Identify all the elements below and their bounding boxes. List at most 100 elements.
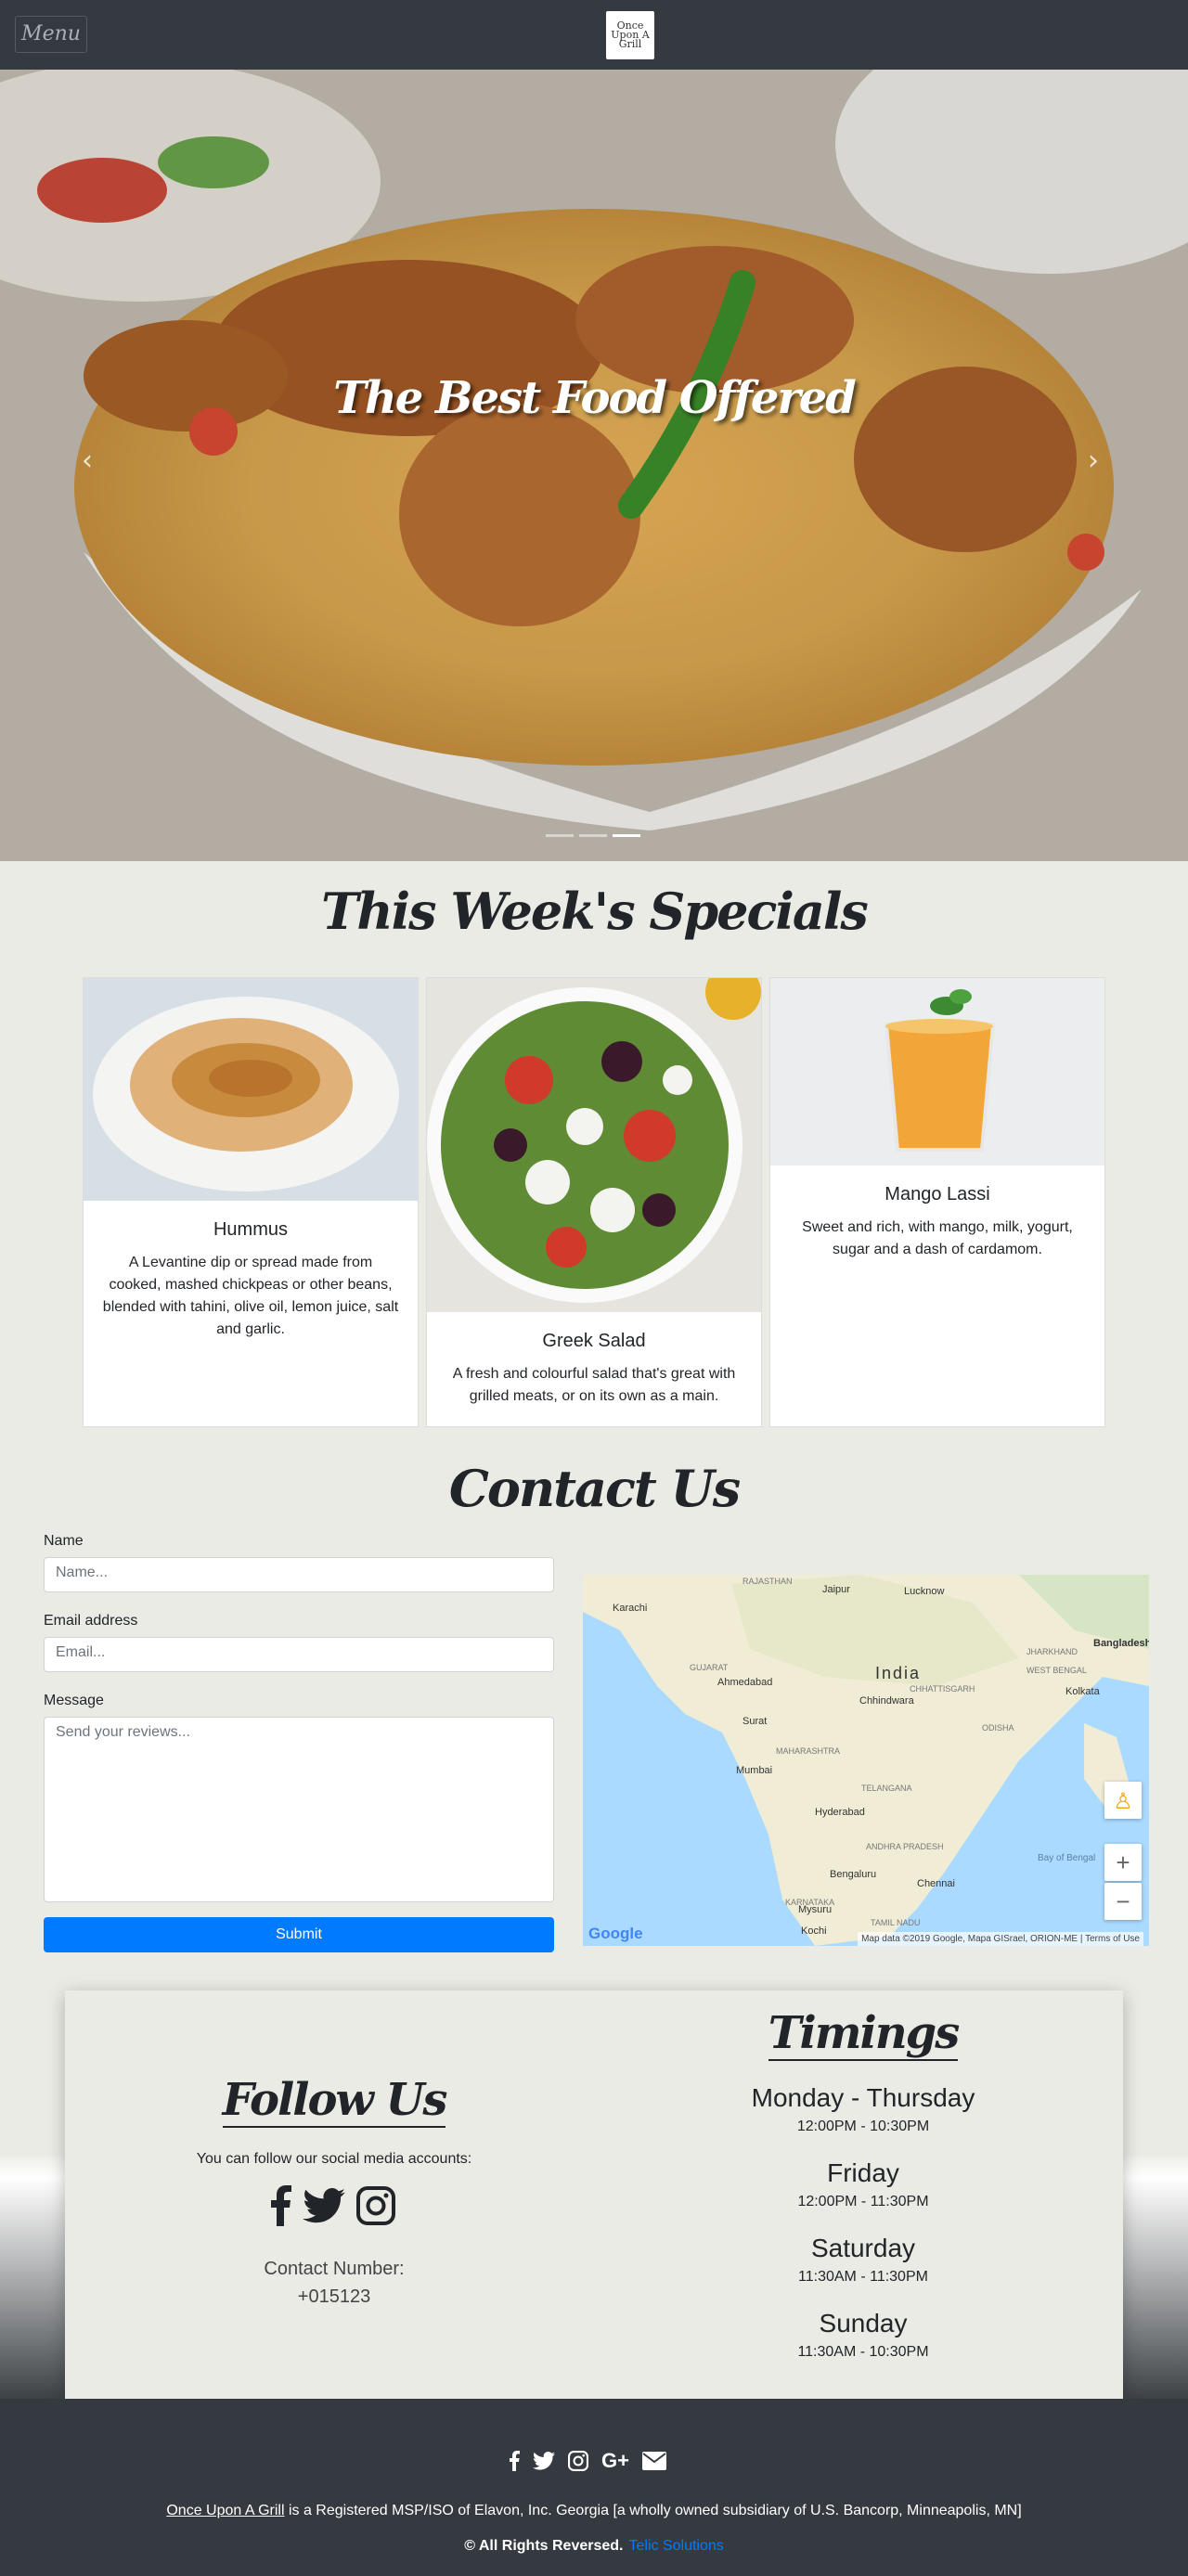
submit-button[interactable]: Submit	[44, 1917, 554, 1952]
map-label: RAJASTHAN	[742, 1577, 793, 1586]
map-label: WEST BENGAL	[1027, 1666, 1087, 1675]
map-label: Hyderabad	[815, 1807, 865, 1818]
map-label: Surat	[742, 1716, 768, 1727]
timing-row: Monday - Thursday 12:00PM - 10:30PM	[631, 2083, 1095, 2135]
terms-link[interactable]: Terms of Use	[1085, 1934, 1140, 1944]
map-label: ANDHRA PRADESH	[866, 1842, 944, 1851]
timing-hours: 12:00PM - 11:30PM	[797, 2194, 929, 2209]
email-input[interactable]: Email...	[44, 1637, 554, 1672]
street-view-pegman-icon[interactable]: ♙	[1104, 1782, 1142, 1819]
logo-text: Once Upon A Grill	[611, 19, 650, 50]
hero-image	[0, 70, 1188, 861]
carousel-indicator-1[interactable]	[546, 834, 574, 837]
special-card-hummus: Hummus A Levantine dip or spread made fr…	[83, 977, 419, 1427]
menu-button[interactable]: Menu	[15, 16, 87, 53]
contact-number: Contact Number: +015123	[65, 2255, 603, 2311]
map-label: Karachi	[613, 1603, 648, 1614]
timing-day: Saturday	[810, 2234, 916, 2262]
map-label: Chennai	[917, 1878, 955, 1889]
special-card-mango-lassi: Mango Lassi Sweet and rich, with mango, …	[769, 977, 1105, 1427]
hero-carousel: The Best Food Offered ‹ ›	[0, 70, 1188, 861]
zoom-in-button[interactable]: +	[1104, 1844, 1142, 1881]
map-label: Chhindwara	[859, 1695, 914, 1707]
twitter-icon[interactable]	[533, 2452, 555, 2470]
zoom-out-button[interactable]: −	[1104, 1883, 1142, 1920]
hero-title: The Best Food Offered	[333, 372, 857, 424]
map-label: JHARKHAND	[1027, 1647, 1078, 1656]
social-links	[269, 2185, 395, 2226]
instagram-icon[interactable]	[568, 2451, 588, 2471]
special-description: A fresh and colourful salad that's great…	[452, 1366, 736, 1404]
special-description: A Levantine dip or spread made from cook…	[102, 1255, 399, 1337]
contact-title: Contact Us	[448, 1459, 741, 1518]
footer-registration: Once Upon A Grill is a Registered MSP/IS…	[0, 2503, 1188, 2519]
special-name: Greek Salad	[542, 1331, 646, 1351]
hummus-image	[84, 978, 418, 1201]
specials-title: This Week's Specials	[321, 882, 869, 941]
map-label: Kolkata	[1065, 1686, 1100, 1697]
special-name: Hummus	[213, 1219, 288, 1240]
name-label: Name	[44, 1533, 84, 1549]
timings-title-text: Timings	[768, 2007, 960, 2061]
chevron-left-icon: ‹	[82, 444, 93, 477]
map-attribution-text: Map data ©2019 Google, Mapa GISrael, ORI…	[861, 1934, 1078, 1944]
special-description: Sweet and rich, with mango, milk, yogurt…	[802, 1219, 1073, 1257]
map-label: MAHARASHTRA	[776, 1746, 841, 1756]
envelope-icon[interactable]	[641, 2452, 666, 2470]
map-attribution: Map data ©2019 Google, Mapa GISrael, ORI…	[858, 1932, 1143, 1946]
timing-hours: 11:30AM - 11:30PM	[798, 2269, 928, 2285]
logo[interactable]: Once Upon A Grill	[606, 11, 654, 59]
google-map[interactable]: Karachi Jaipur Lucknow RAJASTHAN India G…	[583, 1575, 1149, 1946]
map-label: Bay of Bengal	[1038, 1853, 1096, 1863]
map-label: Jaipur	[822, 1584, 850, 1595]
timing-row: Friday 12:00PM - 11:30PM	[631, 2158, 1095, 2210]
map-label: Kochi	[801, 1926, 827, 1937]
google-plus-icon[interactable]: G+	[601, 2449, 629, 2473]
contact-number-label: Contact Number:	[264, 2259, 405, 2279]
follow-title: Follow Us	[65, 2074, 603, 2128]
google-logo: Google	[588, 1925, 643, 1942]
carousel-prev-button[interactable]: ‹	[82, 444, 93, 477]
twitter-icon[interactable]	[303, 2188, 345, 2223]
timing-hours: 11:30AM - 10:30PM	[797, 2344, 929, 2360]
map-label: Mumbai	[736, 1765, 773, 1776]
timing-hours: 12:00PM - 10:30PM	[796, 2119, 930, 2134]
chevron-right-icon: ›	[1088, 444, 1099, 477]
carousel-indicator-2[interactable]	[579, 834, 607, 837]
timings-title: Timings	[631, 2007, 1095, 2061]
mango-lassi-image	[770, 978, 1104, 1166]
carousel-indicator-3[interactable]	[613, 834, 640, 837]
contact-number-value: +015123	[297, 2286, 371, 2307]
name-input[interactable]: Name...	[44, 1557, 554, 1592]
facebook-icon[interactable]	[509, 2450, 520, 2472]
message-label: Message	[44, 1693, 104, 1708]
follow-title-text: Follow Us	[222, 2074, 447, 2128]
message-textarea[interactable]: Send your reviews...	[44, 1717, 554, 1902]
carousel-next-button[interactable]: ›	[1088, 444, 1099, 477]
timing-day: Friday	[827, 2158, 899, 2187]
credit-link[interactable]: Telic Solutions	[628, 2538, 723, 2554]
facebook-icon[interactable]	[269, 2185, 291, 2226]
map-label: Bangladesh	[1093, 1638, 1149, 1649]
special-name: Mango Lassi	[885, 1184, 990, 1204]
company-link[interactable]: Once Upon A Grill	[166, 2503, 284, 2518]
navbar: Menu Once Upon A Grill	[0, 0, 1188, 70]
follow-text: You can follow our social media accounts…	[196, 2151, 472, 2167]
footer-social-links: G+	[509, 2449, 666, 2473]
carousel-indicators	[546, 834, 640, 837]
map-tiles	[583, 1575, 1149, 1946]
info-panel: Follow Us You can follow our social medi…	[65, 1990, 1123, 2403]
contact-form: Name Name... Email address Email... Mess…	[44, 1533, 554, 1952]
map-label: Bengaluru	[830, 1869, 877, 1880]
map-label: TAMIL NADU	[871, 1918, 921, 1927]
map-label: Lucknow	[904, 1586, 945, 1597]
map-label: Ahmedabad	[717, 1677, 773, 1688]
special-card-greek-salad: Greek Salad A fresh and colourful salad …	[426, 977, 762, 1427]
instagram-icon[interactable]	[356, 2186, 395, 2225]
footer: G+ Once Upon A Grill is a Registered MSP…	[0, 2399, 1188, 2576]
timing-day: Sunday	[819, 2309, 908, 2338]
timing-row: Sunday 11:30AM - 10:30PM	[631, 2309, 1095, 2361]
timing-row: Saturday 11:30AM - 11:30PM	[631, 2234, 1095, 2286]
timing-day: Monday - Thursday	[751, 2083, 975, 2112]
email-label: Email address	[44, 1613, 138, 1629]
